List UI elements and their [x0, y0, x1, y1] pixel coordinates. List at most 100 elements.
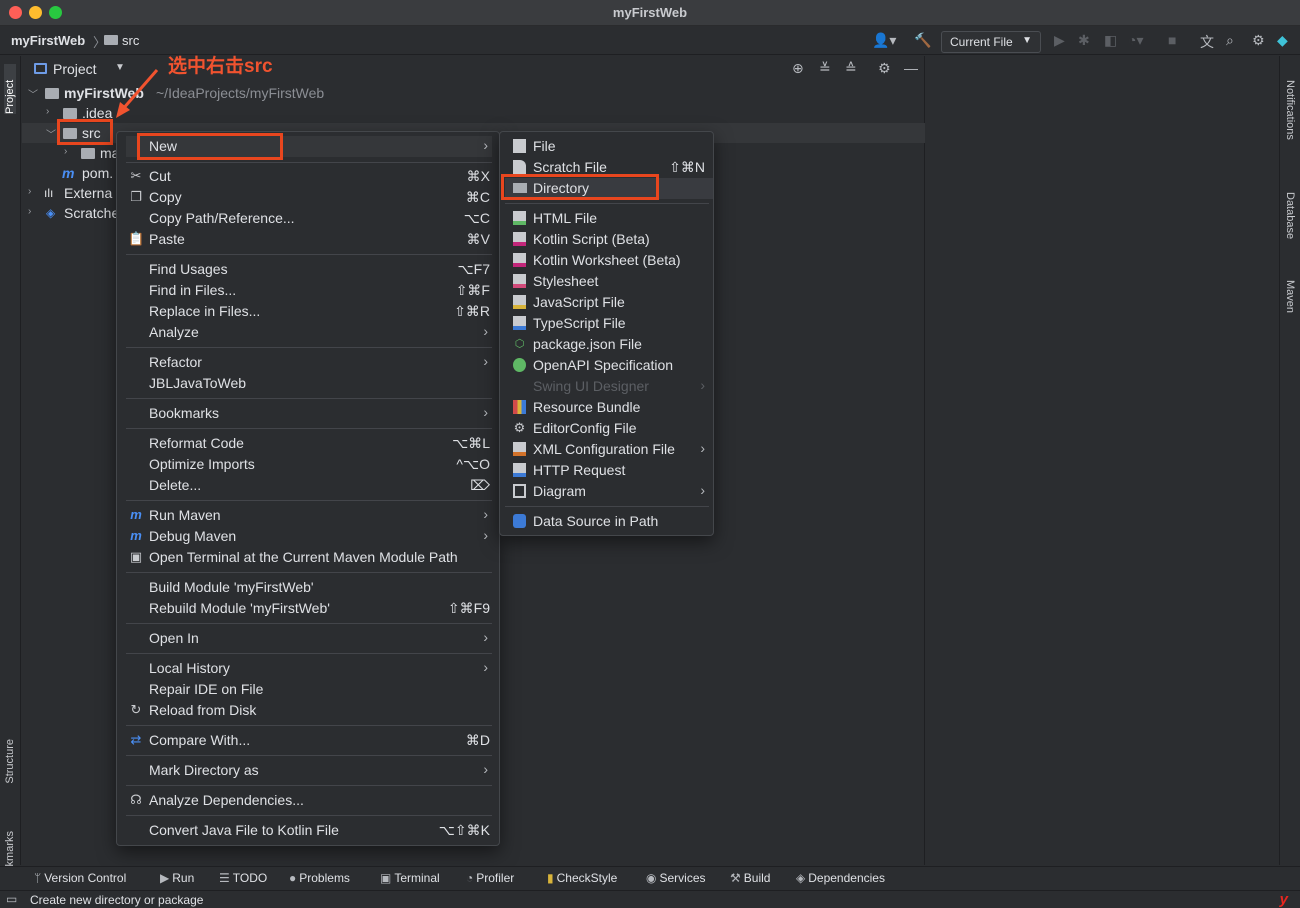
- submenu-item-file[interactable]: File: [505, 136, 713, 157]
- hide-icon[interactable]: —: [904, 60, 918, 76]
- menu-item-copy-path[interactable]: Copy Path/Reference... ⌥C: [126, 208, 492, 229]
- menu-item-analyze-dependencies[interactable]: ☊ Analyze Dependencies...: [126, 790, 492, 811]
- tool-window-label: Problems: [299, 871, 350, 885]
- kotlin-worksheet-icon: [513, 253, 526, 267]
- menu-item-open-terminal-maven[interactable]: ▣ Open Terminal at the Current Maven Mod…: [126, 547, 492, 568]
- locate-icon[interactable]: ⊕: [792, 60, 804, 77]
- tool-window-profiler[interactable]: ◔ Profiler: [466, 871, 514, 885]
- menu-item-optimize-imports[interactable]: Optimize Imports ^⌥O: [126, 454, 492, 475]
- menu-item-analyze[interactable]: Analyze ›: [126, 322, 492, 343]
- tool-window-dependencies[interactable]: ◈ Dependencies: [796, 871, 885, 885]
- menu-item-delete[interactable]: Delete... ⌦: [126, 475, 492, 496]
- submenu-item-package-json[interactable]: ⬡ package.json File: [505, 334, 713, 355]
- project-tool-button[interactable]: Project: [4, 64, 16, 114]
- gear-icon[interactable]: ⚙: [1252, 32, 1265, 49]
- menu-item-reload-from-disk[interactable]: ↻ Reload from Disk: [126, 700, 492, 721]
- maven-debug-icon: m: [130, 528, 142, 543]
- tool-window-version-control[interactable]: ᛘ Version Control: [34, 871, 126, 885]
- chevron-down-icon[interactable]: ﹀: [46, 126, 56, 141]
- menu-item-label: Bookmarks: [149, 405, 220, 421]
- stop-icon[interactable]: ■: [1168, 32, 1176, 48]
- chevron-right-icon[interactable]: ›: [28, 186, 31, 197]
- menu-item-repair-ide[interactable]: Repair IDE on File: [126, 679, 492, 700]
- menu-item-label: Copy: [149, 189, 182, 205]
- tool-window-problems[interactable]: ● Problems: [289, 871, 350, 885]
- left-tool-stripe: Project Structure Bookmarks: [0, 56, 21, 886]
- submenu-item-data-source-in-path[interactable]: Data Source in Path: [505, 511, 713, 532]
- menu-separator: [126, 254, 492, 255]
- submenu-item-swing-ui-designer: Swing UI Designer ›: [505, 376, 713, 397]
- menu-item-build-module[interactable]: Build Module 'myFirstWeb': [126, 577, 492, 598]
- user-icon[interactable]: 👤▾: [872, 32, 896, 49]
- menu-item-replace-in-files[interactable]: Replace in Files... ⇧⌘R: [126, 301, 492, 322]
- tool-window-build[interactable]: ⚒ Build: [730, 871, 770, 885]
- run-configuration-select[interactable]: Current File ▼: [941, 31, 1041, 53]
- submenu-item-resource-bundle[interactable]: Resource Bundle: [505, 397, 713, 418]
- project-panel-title[interactable]: Project: [53, 61, 97, 77]
- debug-icon[interactable]: ✱: [1078, 32, 1090, 49]
- submenu-item-kotlin-script[interactable]: Kotlin Script (Beta): [505, 229, 713, 250]
- menu-item-debug-maven[interactable]: m Debug Maven ›: [126, 526, 492, 547]
- run-icon[interactable]: ▶: [1054, 32, 1065, 49]
- menu-item-cut[interactable]: ✂ Cut ⌘X: [126, 166, 492, 187]
- menu-item-shortcut: ⌦: [470, 477, 490, 493]
- chevron-right-icon[interactable]: ›: [64, 146, 67, 157]
- structure-tool-button[interactable]: Structure: [4, 739, 16, 784]
- menu-item-find-in-files[interactable]: Find in Files... ⇧⌘F: [126, 280, 492, 301]
- menu-item-jbljavatoweb[interactable]: JBLJavaToWeb: [126, 373, 492, 394]
- profile-icon[interactable]: ◔▾: [1128, 32, 1143, 49]
- submenu-item-kotlin-worksheet[interactable]: Kotlin Worksheet (Beta): [505, 250, 713, 271]
- menu-item-refactor[interactable]: Refactor ›: [126, 352, 492, 373]
- menu-item-label: Find in Files...: [149, 282, 237, 298]
- tool-window-checkstyle[interactable]: ▮ CheckStyle: [547, 871, 617, 885]
- submenu-item-stylesheet[interactable]: Stylesheet: [505, 271, 713, 292]
- tool-window-todo[interactable]: ☰ TODO: [219, 871, 267, 885]
- ide-logo-icon[interactable]: ◆: [1277, 32, 1288, 49]
- menu-item-local-history[interactable]: Local History ›: [126, 658, 492, 679]
- gear-icon[interactable]: ⚙: [878, 60, 891, 77]
- tool-window-run[interactable]: ▶ Run: [160, 871, 194, 885]
- submenu-item-openapi[interactable]: OpenAPI Specification: [505, 355, 713, 376]
- menu-item-compare-with[interactable]: ⇄ Compare With... ⌘D: [126, 730, 492, 751]
- menu-separator: [505, 506, 709, 507]
- chevron-right-icon[interactable]: ›: [28, 206, 31, 217]
- breadcrumb-src[interactable]: src: [122, 33, 139, 48]
- chevron-right-icon[interactable]: ›: [46, 106, 49, 117]
- menu-item-paste[interactable]: 📋 Paste ⌘V: [126, 229, 492, 250]
- menu-item-bookmarks[interactable]: Bookmarks ›: [126, 403, 492, 424]
- expand-all-icon[interactable]: ≚: [819, 60, 831, 77]
- menu-item-rebuild-module[interactable]: Rebuild Module 'myFirstWeb' ⇧⌘F9: [126, 598, 492, 619]
- menu-separator: [126, 653, 492, 654]
- chevron-down-icon[interactable]: ﹀: [28, 86, 38, 101]
- menu-item-reformat-code[interactable]: Reformat Code ⌥⌘L: [126, 433, 492, 454]
- submenu-item-http-request[interactable]: HTTP Request: [505, 460, 713, 481]
- menu-item-convert-to-kotlin[interactable]: Convert Java File to Kotlin File ⌥⇧⌘K: [126, 820, 492, 841]
- menu-item-mark-directory-as[interactable]: Mark Directory as ›: [126, 760, 492, 781]
- search-icon[interactable]: ⌕: [1226, 32, 1234, 49]
- coverage-icon[interactable]: ◧: [1104, 32, 1117, 49]
- status-widget-icon[interactable]: ▭: [6, 892, 17, 906]
- submenu-item-label: HTML File: [533, 210, 598, 226]
- maven-tool-button[interactable]: Maven: [1284, 280, 1296, 313]
- tool-window-terminal[interactable]: ▣ Terminal: [380, 871, 440, 885]
- submenu-item-typescript-file[interactable]: TypeScript File: [505, 313, 713, 334]
- menu-separator: [126, 725, 492, 726]
- menu-item-open-in[interactable]: Open In ›: [126, 628, 492, 649]
- menu-item-copy[interactable]: ❐ Copy ⌘C: [126, 187, 492, 208]
- translate-icon[interactable]: 文: [1200, 32, 1214, 52]
- collapse-all-icon[interactable]: ≙: [845, 60, 857, 77]
- submenu-item-xml-configuration[interactable]: XML Configuration File ›: [505, 439, 713, 460]
- submenu-item-html-file[interactable]: HTML File: [505, 208, 713, 229]
- submenu-item-diagram[interactable]: Diagram ›: [505, 481, 713, 502]
- submenu-item-javascript-file[interactable]: JavaScript File: [505, 292, 713, 313]
- breadcrumb-project[interactable]: myFirstWeb: [11, 33, 85, 48]
- submenu-item-editorconfig[interactable]: ⚙ EditorConfig File: [505, 418, 713, 439]
- tool-window-services[interactable]: ◉ Services: [646, 871, 706, 885]
- build-hammer-icon[interactable]: 🔨: [914, 32, 931, 49]
- menu-item-find-usages[interactable]: Find Usages ⌥F7: [126, 259, 492, 280]
- menu-item-label: Rebuild Module 'myFirstWeb': [149, 600, 330, 616]
- notifications-tool-button[interactable]: Notifications: [1284, 80, 1296, 140]
- menu-item-run-maven[interactable]: m Run Maven ›: [126, 505, 492, 526]
- database-tool-button[interactable]: Database: [1284, 192, 1296, 239]
- tree-label: Externa: [64, 185, 113, 201]
